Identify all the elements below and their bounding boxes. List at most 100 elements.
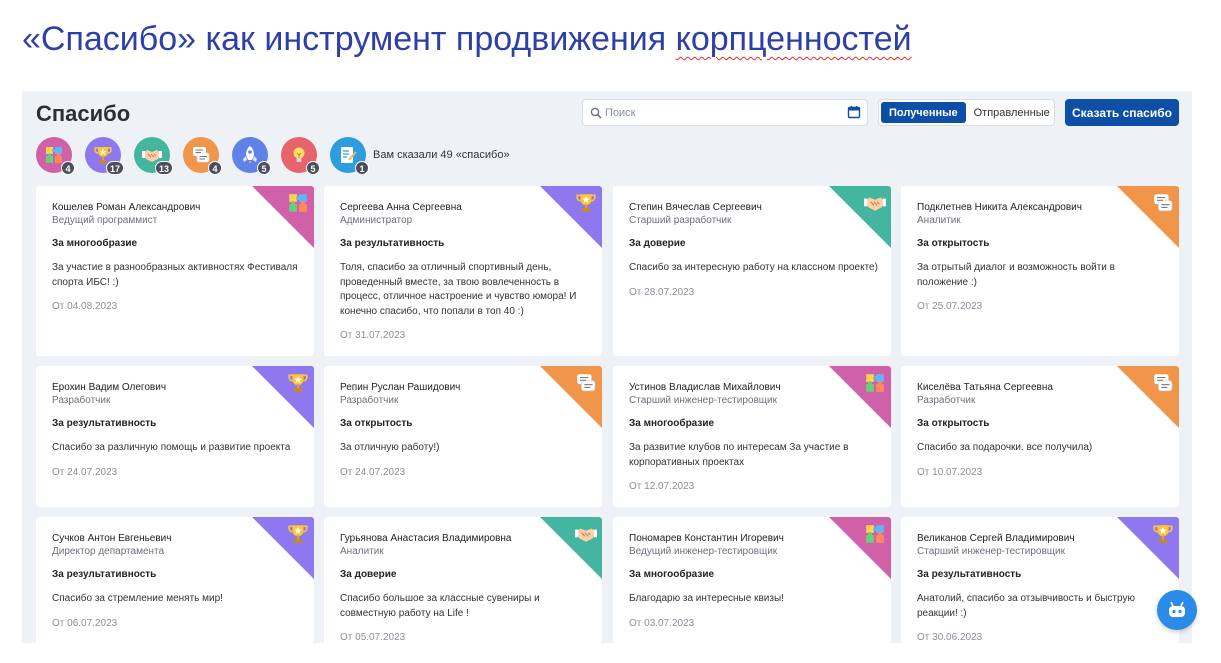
badge-count: 13: [154, 161, 173, 175]
badge-count: 4: [208, 161, 222, 175]
badge-chat[interactable]: 4: [183, 137, 222, 175]
sender-name: Кошелев Роман Александрович: [52, 202, 201, 213]
badge-lightbulb[interactable]: 5: [281, 137, 320, 175]
value-ribbon: [540, 366, 602, 428]
thanks-date: От 24.07.2023: [340, 466, 406, 478]
thanks-total: Вам сказали 49 «спасибо»: [373, 149, 510, 161]
badge-rocket[interactable]: 5: [232, 137, 271, 175]
thanks-date: От 10.07.2023: [917, 466, 983, 478]
sender-name: Великанов Сергей Владимирович: [917, 533, 1075, 544]
badge-puzzle[interactable]: 4: [36, 137, 75, 175]
thanks-message-block: За отличную работу!) От 24.07.2023: [340, 441, 590, 480]
thanks-message-block: Спасибо за различную помощь и развитие п…: [52, 441, 302, 480]
search-input[interactable]: [605, 103, 835, 123]
badge-count: 1: [355, 161, 369, 175]
thanks-message-block: Спасибо большое за классные сувениры и с…: [340, 592, 590, 643]
sender-role: Директор департамента: [52, 546, 165, 557]
thanks-message: Спасибо большое за классные сувениры и с…: [340, 593, 540, 619]
sender-name: Сучков Антон Евгеньевич: [52, 533, 172, 544]
thanks-category: За доверие: [629, 238, 686, 249]
thanks-message-block: Толя, спасибо за отличный спортивный ден…: [340, 261, 590, 344]
thanks-card[interactable]: Степин Вячеслав Сергеевич Старший разрабо…: [613, 186, 891, 356]
value-ribbon: [829, 517, 891, 579]
value-ribbon: [540, 517, 602, 579]
badge-checklist[interactable]: 1: [330, 137, 369, 175]
sender-role: Старший инженер-тестировщик: [917, 546, 1065, 557]
thanks-card[interactable]: Устинов Владислав Михайлович Старший инже…: [613, 366, 891, 507]
thanks-date: От 24.07.2023: [52, 466, 118, 478]
search-box[interactable]: [582, 99, 868, 126]
badge-count: 17: [105, 161, 124, 175]
sender-name: Пономарев Константин Игоревич: [629, 533, 784, 544]
page-title: Спасибо: [36, 101, 131, 126]
thanks-category: За многообразие: [629, 418, 715, 429]
thanks-card[interactable]: Подклетнев Никита Александрович Аналитик З…: [901, 186, 1179, 356]
thanks-message-block: За участие в разнообразных активностях Ф…: [52, 261, 302, 315]
thanks-category: За многообразие: [52, 238, 138, 249]
value-ribbon: [829, 366, 891, 428]
thanks-message: Благодарю за интересные квизы!: [629, 593, 784, 604]
thanks-category: За открытость: [340, 418, 413, 429]
sender-role: Разработчик: [52, 395, 111, 406]
badge-handshake[interactable]: 13: [134, 137, 173, 175]
thanks-card[interactable]: Гурьянова Анастасия Владимировна Аналитик…: [324, 517, 602, 643]
badge-count: 4: [61, 161, 75, 175]
badge-count: 5: [257, 161, 271, 175]
sender-role: Разработчик: [340, 395, 399, 406]
robot-icon: [1169, 601, 1185, 617]
slide-title: «Спасибо» как инструмент продвижения кор…: [22, 20, 912, 59]
thanks-card[interactable]: Кошелев Роман Александрович Ведущий прогр…: [36, 186, 314, 356]
sender-name: Гурьянова Анастасия Владимировна: [340, 533, 512, 544]
value-ribbon: [252, 186, 314, 248]
thanks-date: От 03.07.2023: [629, 617, 695, 629]
thanks-card[interactable]: Сучков Антон Евгеньевич Директор департам…: [36, 517, 314, 643]
thanks-date: От 28.07.2023: [629, 286, 695, 298]
thanks-app: Спасибо Полученные Отправленные Сказать …: [22, 91, 1192, 643]
thanks-message: Спасибо за интересную работу на классном…: [629, 262, 878, 273]
thanks-card[interactable]: Пономарев Константин Игоревич Ведущий инж…: [613, 517, 891, 643]
received-sent-toggle: Полученные Отправленные: [878, 99, 1055, 126]
thanks-date: От 25.07.2023: [917, 301, 983, 312]
tab-received[interactable]: Полученные: [881, 102, 966, 123]
thanks-date: От 31.07.2023: [340, 330, 406, 341]
value-ribbon: [1117, 517, 1179, 579]
sender-role: Ведущий инженер-тестировщик: [629, 546, 778, 557]
thanks-card[interactable]: Репин Руслан Рашидович Разработчик За откр…: [324, 366, 602, 507]
thanks-message-block: Спасибо за стремление менять мир! От 06.0…: [52, 592, 302, 631]
sender-name: Ерохин Вадим Олегович: [52, 382, 167, 393]
sender-role: Администратор: [340, 215, 413, 226]
thanks-message-block: Спасибо за подарочки. все получила) От 10…: [917, 441, 1167, 480]
badge-trophy[interactable]: 17: [85, 137, 124, 175]
search-icon: [590, 107, 602, 119]
value-ribbon: [252, 366, 314, 428]
thanks-message-block: Спасибо за интересную работу на классном…: [629, 261, 879, 300]
sender-name: Киселёва Татьяна Сергеевна: [917, 382, 1053, 393]
thanks-category: За открытость: [917, 238, 990, 249]
thanks-category: За результативность: [917, 569, 1022, 580]
sender-name: Степин Вячеслав Сергеевич: [629, 202, 762, 213]
thanks-category: За доверие: [340, 569, 397, 580]
value-ribbon: [252, 517, 314, 579]
thanks-date: От 30.06.2023: [917, 632, 983, 643]
slide-title-tail: корпценностей: [675, 20, 912, 58]
thanks-message: Анатолий, спасибо за отзывчивость и быст…: [917, 593, 1135, 619]
thanks-card[interactable]: Великанов Сергей Владимирович Старший инж…: [901, 517, 1179, 643]
value-ribbon: [829, 186, 891, 248]
thanks-message: За отличную работу!): [340, 442, 440, 453]
value-ribbon: [1117, 366, 1179, 428]
thanks-message-block: Благодарю за интересные квизы! От 03.07.2…: [629, 592, 879, 631]
say-thanks-button[interactable]: Сказать спасибо: [1065, 99, 1179, 126]
thanks-category: За многообразие: [629, 569, 715, 580]
thanks-card[interactable]: Киселёва Татьяна Сергеевна Разработчик За …: [901, 366, 1179, 507]
calendar-icon[interactable]: [847, 105, 861, 119]
tab-sent[interactable]: Отправленные: [966, 102, 1058, 123]
sender-role: Старший инженер-тестировщик: [629, 395, 777, 406]
sender-name: Сергеева Анна Сергеевна: [340, 202, 462, 213]
thanks-date: От 12.07.2023: [629, 481, 695, 492]
thanks-message: Толя, спасибо за отличный спортивный ден…: [340, 262, 577, 317]
thanks-card[interactable]: Ерохин Вадим Олегович Разработчик За резул…: [36, 366, 314, 507]
thanks-card[interactable]: Сергеева Анна Сергеевна Администратор За р…: [324, 186, 602, 356]
chat-bot-button[interactable]: [1157, 590, 1197, 630]
sender-name: Подклетнев Никита Александрович: [917, 202, 1082, 213]
thanks-message: Спасибо за подарочки. все получила): [917, 442, 1093, 453]
